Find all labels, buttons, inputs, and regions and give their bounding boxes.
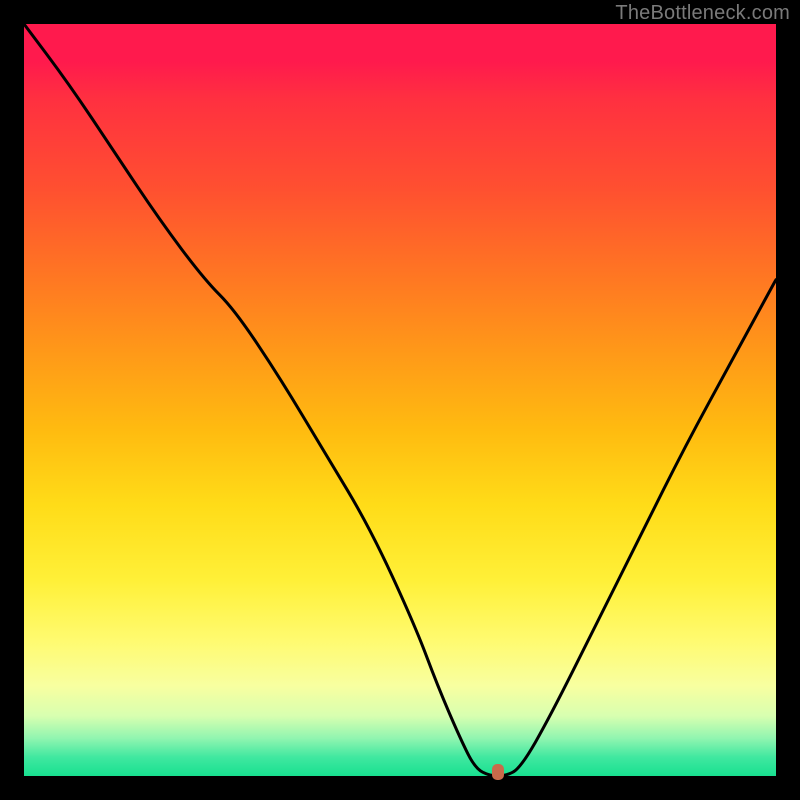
plot-area	[24, 24, 776, 776]
valley-marker	[492, 764, 504, 780]
watermark-text: TheBottleneck.com	[615, 2, 790, 25]
chart-frame: TheBottleneck.com	[0, 0, 800, 800]
bottleneck-curve	[24, 24, 776, 776]
